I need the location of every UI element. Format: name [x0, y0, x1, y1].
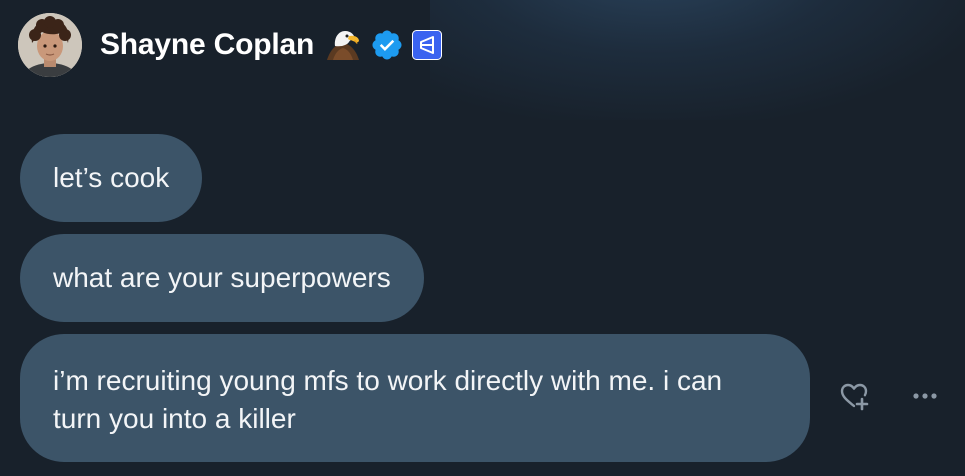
eagle-emoji-icon: [324, 26, 362, 64]
heart-plus-icon: [837, 379, 871, 418]
affiliate-badge-icon[interactable]: [412, 30, 443, 60]
message-bubble[interactable]: let’s cook: [20, 134, 203, 222]
react-button[interactable]: [834, 378, 874, 418]
message-text: i’m recruiting young mfs to work directl…: [53, 365, 723, 434]
more-options-button[interactable]: [905, 378, 945, 418]
message-text: what are your superpowers: [53, 262, 391, 293]
avatar[interactable]: [18, 13, 82, 77]
message-bubble[interactable]: what are your superpowers: [20, 234, 424, 322]
more-horizontal-icon: [908, 379, 942, 418]
verified-badge-icon[interactable]: [370, 28, 404, 62]
contact-name[interactable]: Shayne Coplan: [100, 28, 314, 62]
message-bubble[interactable]: i’m recruiting young mfs to work directl…: [20, 334, 810, 462]
conversation-header: Shayne Coplan: [18, 13, 443, 77]
background-glow: [430, 0, 965, 120]
message-text: let’s cook: [53, 162, 170, 193]
